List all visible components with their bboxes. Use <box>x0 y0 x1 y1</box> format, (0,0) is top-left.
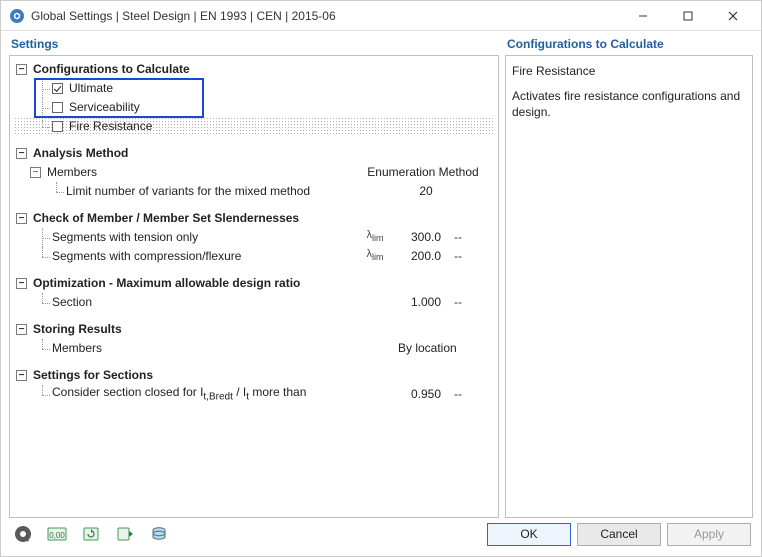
config-ultimate-row[interactable]: Ultimate <box>14 79 494 98</box>
slender-flex-row[interactable]: Segments with compression/flexure λlim 2… <box>14 247 494 266</box>
unit-dash: -- <box>454 293 494 312</box>
refresh-icon[interactable] <box>79 522 103 546</box>
storing-members-row[interactable]: Members By location <box>14 339 494 358</box>
window-title: Global Settings | Steel Design | EN 1993… <box>31 9 620 23</box>
settings-panel-title: Settings <box>11 37 499 51</box>
tree-connector <box>36 247 52 266</box>
settings-panel: Settings − Configurations to Calculate U… <box>9 35 499 518</box>
opt-section-value[interactable]: 1.000 <box>398 293 454 312</box>
collapse-icon[interactable]: − <box>16 370 27 381</box>
ok-button[interactable]: OK <box>487 523 571 546</box>
tree-connector <box>36 385 52 404</box>
tree-connector <box>50 182 66 201</box>
maximize-button[interactable] <box>665 2 710 30</box>
tree-connector <box>36 293 52 312</box>
details-panel-title: Configurations to Calculate <box>507 37 753 51</box>
unit-dash: -- <box>454 228 494 247</box>
checkbox-ultimate[interactable] <box>52 83 63 94</box>
group-label: Configurations to Calculate <box>33 60 190 79</box>
dialog-window: Global Settings | Steel Design | EN 1993… <box>0 0 762 557</box>
details-description: Activates fire resistance configurations… <box>512 88 746 120</box>
storing-members-value[interactable]: By location <box>398 339 494 358</box>
group-slenderness[interactable]: − Check of Member / Member Set Slenderne… <box>14 209 494 228</box>
analysis-limit-row[interactable]: Limit number of variants for the mixed m… <box>14 182 494 201</box>
collapse-icon[interactable]: − <box>16 213 27 224</box>
help-icon[interactable] <box>11 522 35 546</box>
group-configs[interactable]: − Configurations to Calculate <box>14 60 494 79</box>
apply-button[interactable]: Apply <box>667 523 751 546</box>
sections-closed-label: Consider section closed for It,Bredt / I… <box>52 383 306 406</box>
slender-flex-label: Segments with compression/flexure <box>52 247 241 266</box>
slender-tension-value[interactable]: 300.0 <box>398 228 454 247</box>
analysis-members-label: Members <box>47 163 97 182</box>
details-panel: Configurations to Calculate Fire Resista… <box>505 35 753 518</box>
analysis-members-row[interactable]: − Members Enumeration Method <box>14 163 494 182</box>
sections-closed-row[interactable]: Consider section closed for It,Bredt / I… <box>14 385 494 404</box>
collapse-icon[interactable]: − <box>16 278 27 289</box>
tree-connector <box>36 98 52 117</box>
group-analysis[interactable]: − Analysis Method <box>14 144 494 163</box>
config-fire-label: Fire Resistance <box>69 117 152 136</box>
group-storing[interactable]: − Storing Results <box>14 320 494 339</box>
unit-dash: -- <box>454 247 494 266</box>
lambda-symbol: λlim <box>367 248 384 260</box>
unit-dash: -- <box>454 385 494 404</box>
window-controls <box>620 2 755 30</box>
config-serviceability-label: Serviceability <box>69 98 140 117</box>
slender-tension-row[interactable]: Segments with tension only λlim 300.0 -- <box>14 228 494 247</box>
tree-connector <box>36 228 52 247</box>
collapse-icon[interactable]: − <box>16 64 27 75</box>
group-label: Check of Member / Member Set Slenderness… <box>33 209 299 228</box>
app-icon <box>9 8 25 24</box>
tree-connector <box>36 339 52 358</box>
slender-flex-value[interactable]: 200.0 <box>398 247 454 266</box>
footer-tools: 0,00 <box>11 522 171 546</box>
minimize-button[interactable] <box>620 2 665 30</box>
collapse-icon[interactable]: − <box>16 324 27 335</box>
config-ultimate-label: Ultimate <box>69 79 113 98</box>
tree-connector <box>36 79 52 98</box>
cancel-button[interactable]: Cancel <box>577 523 661 546</box>
sections-closed-value[interactable]: 0.950 <box>398 385 454 404</box>
titlebar: Global Settings | Steel Design | EN 1993… <box>1 1 761 31</box>
database-icon[interactable] <box>147 522 171 546</box>
opt-section-label: Section <box>52 293 92 312</box>
group-label: Analysis Method <box>33 144 128 163</box>
group-label: Optimization - Maximum allowable design … <box>33 274 300 293</box>
close-button[interactable] <box>710 2 755 30</box>
slender-tension-label: Segments with tension only <box>52 228 198 247</box>
lambda-symbol: λlim <box>367 229 384 241</box>
export-icon[interactable] <box>113 522 137 546</box>
checkbox-fire[interactable] <box>52 121 63 132</box>
group-optimization[interactable]: − Optimization - Maximum allowable desig… <box>14 274 494 293</box>
config-fire-row[interactable]: Fire Resistance <box>14 117 494 136</box>
opt-section-row[interactable]: Section 1.000 -- <box>14 293 494 312</box>
dialog-footer: 0,00 OK Cancel Apply <box>1 518 761 556</box>
dialog-body: Settings − Configurations to Calculate U… <box>1 31 761 518</box>
group-label: Storing Results <box>33 320 122 339</box>
settings-tree[interactable]: − Configurations to Calculate Ultimate S… <box>9 55 499 518</box>
collapse-icon[interactable]: − <box>30 167 41 178</box>
units-icon[interactable]: 0,00 <box>45 522 69 546</box>
details-heading: Fire Resistance <box>512 64 746 78</box>
collapse-icon[interactable]: − <box>16 148 27 159</box>
config-serviceability-row[interactable]: Serviceability <box>14 98 494 117</box>
enum-method-header: Enumeration Method <box>352 163 494 182</box>
svg-text:0,00: 0,00 <box>49 531 65 540</box>
analysis-limit-value[interactable]: 20 <box>398 182 454 201</box>
storing-members-label: Members <box>52 339 102 358</box>
footer-buttons: OK Cancel Apply <box>487 523 751 546</box>
checkbox-serviceability[interactable] <box>52 102 63 113</box>
analysis-limit-label: Limit number of variants for the mixed m… <box>66 182 310 201</box>
details-box: Fire Resistance Activates fire resistanc… <box>505 55 753 518</box>
tree-connector <box>36 117 52 136</box>
